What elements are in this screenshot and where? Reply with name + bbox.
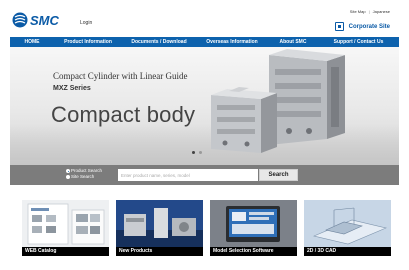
search-button[interactable]: Search <box>259 169 298 181</box>
feature-tiles: WEB Catalog New Products Model Selection… <box>22 200 391 256</box>
nav-home[interactable]: HOME <box>10 37 54 47</box>
language-link[interactable]: Japanese <box>373 9 390 14</box>
nav-about-smc[interactable]: About SMC <box>268 37 318 47</box>
site-search-radio[interactable] <box>66 175 70 179</box>
cad-thumbnail <box>304 200 391 247</box>
site-search-option[interactable]: Site Search <box>66 174 102 180</box>
site-search-label: Site Search <box>71 174 95 179</box>
tile-2d-3d-cad[interactable]: 2D / 3D CAD <box>304 200 391 256</box>
carousel-dot[interactable] <box>192 151 195 154</box>
nav-overseas-information[interactable]: Overseas Information <box>196 37 268 47</box>
site-map-link[interactable]: Site Map <box>350 9 366 14</box>
corporate-site-label: Corporate Site <box>348 23 390 30</box>
hero-series: MXZ Series <box>53 85 91 92</box>
nav-product-information[interactable]: Product Information <box>54 37 122 47</box>
search-scope: Product Search Site Search <box>66 168 102 180</box>
tile-web-catalog-label: WEB Catalog <box>22 247 109 256</box>
nav-documents-download[interactable]: Documents / Download <box>122 37 196 47</box>
carousel-dot[interactable] <box>199 151 202 154</box>
tile-model-selection-label: Model Selection Software <box>210 247 297 256</box>
building-icon <box>334 22 344 31</box>
hero-subtitle: Compact Cylinder with Linear Guide <box>53 71 188 81</box>
catalog-thumbnail <box>27 203 105 245</box>
carousel-indicators <box>192 151 202 154</box>
corporate-site-link[interactable]: Corporate Site <box>334 22 390 31</box>
new-products-thumbnail <box>116 200 203 247</box>
top-links: Site Map | Japanese <box>350 9 390 14</box>
tile-new-products[interactable]: New Products <box>116 200 203 256</box>
cylinder-product-image <box>211 49 345 153</box>
tile-2d-3d-cad-label: 2D / 3D CAD <box>304 247 391 256</box>
tile-model-selection-software[interactable]: Model Selection Software <box>210 200 297 256</box>
software-thumbnail <box>210 200 297 247</box>
product-search-radio[interactable] <box>66 169 70 173</box>
main-nav: HOME Product Information Documents / Dow… <box>10 37 399 47</box>
search-bar: Product Search Site Search Search <box>10 165 399 185</box>
hero-banner[interactable]: Compact Cylinder with Linear Guide MXZ S… <box>10 47 399 165</box>
top-links-divider: | <box>368 9 370 14</box>
smc-logo[interactable]: SMC <box>12 11 72 29</box>
site-header: SMC Login Site Map | Japanese Corporate … <box>0 0 409 37</box>
search-input[interactable] <box>118 169 258 181</box>
hero-title: Compact body <box>51 102 196 127</box>
tile-web-catalog[interactable]: WEB Catalog <box>22 200 109 256</box>
svg-text:SMC: SMC <box>30 13 60 28</box>
tile-new-products-label: New Products <box>116 247 203 256</box>
login-link[interactable]: Login <box>80 20 92 26</box>
nav-support-contact[interactable]: Support / Contact Us <box>318 37 399 47</box>
